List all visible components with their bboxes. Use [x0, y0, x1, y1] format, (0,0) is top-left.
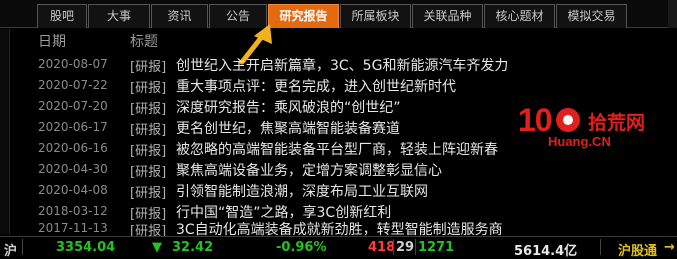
northbound-connect-label[interactable]: 沪股通: [618, 240, 657, 259]
report-title[interactable]: 更名创世纪，焦聚高端智能装备赛道: [176, 118, 400, 138]
watermark-text: 拾荒网: [588, 112, 646, 134]
tab-scroll-handle[interactable]: [668, 0, 677, 28]
divider: [22, 239, 23, 255]
report-date: 2020-06-17: [38, 120, 108, 134]
report-tag: [研报]: [130, 144, 167, 159]
report-date: 2018-03-12: [38, 204, 108, 218]
report-date: 2020-07-22: [38, 78, 108, 92]
down-arrow-icon: ▼: [152, 240, 162, 255]
report-date: 2017-11-13: [38, 221, 108, 235]
report-title[interactable]: 引领智能制造浪潮，深度布局工业互联网: [176, 181, 428, 201]
report-tag: [研报]: [130, 60, 167, 75]
report-date: 2020-04-30: [38, 162, 108, 176]
turnover-amount: 5614.4亿: [514, 244, 578, 259]
divider: [393, 239, 394, 255]
watermark-url: Huang.CN: [548, 134, 611, 149]
report-tag: [研报]: [130, 186, 167, 201]
watermark-circle-icon: [556, 108, 580, 132]
report-title[interactable]: 重大事项点评：更名完成，进入创世纪新时代: [176, 76, 456, 96]
report-row[interactable]: 2020-04-08 [研报] 引领智能制造浪潮，深度布局工业互联网: [30, 181, 670, 202]
report-title[interactable]: 深度研究报告：乘风破浪的“创世纪”: [176, 97, 401, 117]
report-tag: [研报]: [130, 165, 167, 180]
tab-bar: 股吧 大事 资讯 公告 研究报告 所属板块 关联品种 核心题材 模拟交易: [0, 0, 677, 28]
index-value: 3354.04: [56, 240, 116, 255]
column-header-title: 标题: [130, 34, 158, 50]
market-status-bar: 沪 3354.04 ▼ 32.42 -0.96% 418 29 1271 561…: [0, 236, 677, 259]
tab-related-products[interactable]: 关联品种: [412, 4, 483, 28]
report-tag: [研报]: [130, 81, 167, 96]
report-row[interactable]: 2020-08-07 [研报] 创世纪入主开启新篇章，3C、5G和新能源汽车齐发…: [30, 55, 670, 76]
report-tag: [研报]: [130, 123, 167, 138]
report-date: 2020-08-07: [38, 57, 108, 71]
report-tag: [研报]: [130, 102, 167, 117]
tab-core-themes[interactable]: 核心题材: [484, 4, 555, 28]
tab-sectors[interactable]: 所属板块: [340, 4, 411, 28]
advancers-count: 418: [368, 240, 396, 255]
market-label[interactable]: 沪: [4, 240, 17, 259]
report-date: 2020-06-16: [38, 141, 108, 155]
index-change: 32.42: [172, 240, 214, 255]
report-title[interactable]: 创世纪入主开启新篇章，3C、5G和新能源汽车齐发力: [176, 55, 508, 75]
tab-guba[interactable]: 股吧: [37, 4, 87, 28]
report-title[interactable]: 被忽略的高端智能装备平台型厂商，轻装上阵迎新春: [176, 139, 498, 159]
tab-news[interactable]: 资讯: [151, 4, 208, 28]
column-header-date: 日期: [38, 34, 66, 50]
decliners-count: 1271: [418, 240, 455, 255]
divider: [415, 239, 416, 255]
tab-simulated-trading[interactable]: 模拟交易: [556, 4, 627, 28]
left-gutter: [0, 29, 10, 234]
unchanged-count: 29: [396, 240, 415, 255]
index-change-percent: -0.96%: [276, 240, 327, 255]
divider: [600, 239, 601, 255]
watermark-number: 10: [518, 102, 553, 138]
tab-events[interactable]: 大事: [88, 4, 150, 28]
report-title[interactable]: 聚焦高端设备业务，定增方案调整彰显信心: [176, 160, 442, 180]
tab-research-reports[interactable]: 研究报告: [268, 4, 339, 28]
watermark-logo: 10 拾荒网 Huang.CN: [518, 102, 668, 154]
report-date: 2020-07-20: [38, 99, 108, 113]
report-row[interactable]: 2020-04-30 [研报] 聚焦高端设备业务，定增方案调整彰显信心: [30, 160, 670, 181]
arrow-right-icon: →: [664, 240, 675, 255]
report-row[interactable]: 2020-07-22 [研报] 重大事项点评：更名完成，进入创世纪新时代: [30, 76, 670, 97]
report-date: 2020-04-08: [38, 183, 108, 197]
